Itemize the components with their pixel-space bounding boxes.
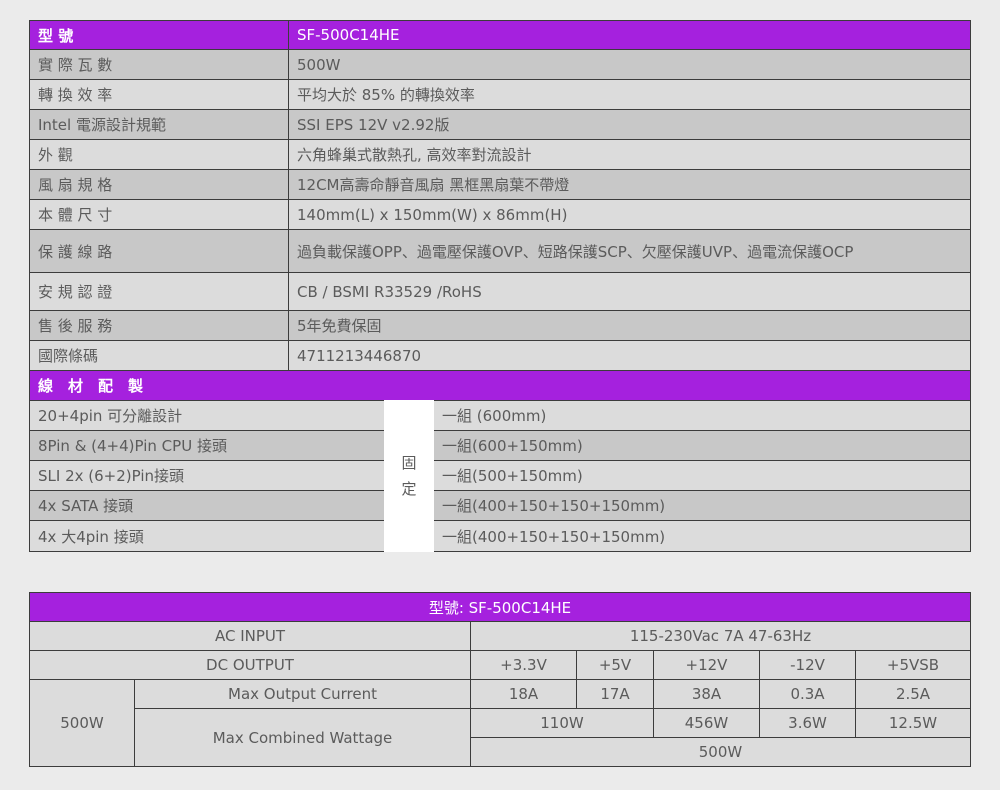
spec-row-value: 過負載保護OPP、過電壓保護OVP、短路保護SCP、欠壓保護UVP、過電流保護O… [288, 229, 971, 273]
cable-connector: SLI 2x (6+2)Pin接頭 [29, 460, 385, 491]
spec-row-label: Intel 電源設計規範 [29, 109, 289, 140]
spec-row-label: 安 規 認 證 [29, 272, 289, 311]
combined-5vsb-value: 12.5W [855, 708, 971, 738]
spec-header-label: 型 號 [29, 20, 289, 50]
spec-header-value: SF-500C14HE [288, 20, 971, 50]
combined-neg12v-value: 3.6W [759, 708, 856, 738]
ac-input-value: 115-230Vac 7A 47-63Hz [470, 621, 971, 651]
cable-spec: 一組(400+150+150+150mm) [433, 520, 971, 552]
spec-row-value: 12CM高壽命靜音風扇 黑框黑扇葉不帶燈 [288, 169, 971, 200]
combined-total-value: 500W [470, 737, 971, 767]
spec-row-label: 本 體 尺 寸 [29, 199, 289, 230]
cable-spec: 一組(400+150+150+150mm) [433, 490, 971, 521]
spec-row-value: SSI EPS 12V v2.92版 [288, 109, 971, 140]
rail-header: +5VSB [855, 650, 971, 680]
spec-row-label: 國際條碼 [29, 340, 289, 371]
max-current-value: 2.5A [855, 679, 971, 709]
ac-input-label: AC INPUT [29, 621, 471, 651]
max-current-value: 18A [470, 679, 577, 709]
combined-3v3-5v-value: 110W [470, 708, 654, 738]
total-wattage-label: 500W [29, 679, 135, 767]
spec-row-label: 實 際 瓦 數 [29, 49, 289, 80]
spec-row-value: 平均大於 85% 的轉換效率 [288, 79, 971, 110]
cable-connector: 4x 大4pin 接頭 [29, 520, 385, 552]
cable-spec: 一組(500+150mm) [433, 460, 971, 491]
cable-spec: 一組(600+150mm) [433, 430, 971, 461]
rail-header: +12V [653, 650, 760, 680]
fixed-label-char: 固 [401, 454, 417, 472]
max-combined-wattage-label: Max Combined Wattage [134, 708, 471, 767]
dc-output-label: DC OUTPUT [29, 650, 471, 680]
spec-row-value: 六角蜂巢式散熱孔, 高效率對流設計 [288, 139, 971, 170]
max-current-value: 17A [576, 679, 654, 709]
max-current-value: 38A [653, 679, 760, 709]
rail-header: +3.3V [470, 650, 577, 680]
power-table-title: 型號: SF-500C14HE [29, 592, 971, 622]
spec-row-value: 5年免費保固 [288, 310, 971, 341]
spec-row-label: 轉 換 效 率 [29, 79, 289, 110]
max-current-value: 0.3A [759, 679, 856, 709]
combined-12v-value: 456W [653, 708, 760, 738]
spec-row-label: 風 扇 規 格 [29, 169, 289, 200]
rail-header: +5V [576, 650, 654, 680]
spec-row-value: CB / BSMI R33529 /RoHS [288, 272, 971, 311]
cable-connector: 4x SATA 接頭 [29, 490, 385, 521]
cable-connector: 20+4pin 可分離設計 [29, 400, 385, 431]
spec-row-label: 外 觀 [29, 139, 289, 170]
spec-row-value: 140mm(L) x 150mm(W) x 86mm(H) [288, 199, 971, 230]
fixed-cable-cell: 固 定 [384, 400, 434, 552]
fixed-label-char: 定 [401, 480, 417, 498]
spec-row-value: 500W [288, 49, 971, 80]
spec-row-label: 售 後 服 務 [29, 310, 289, 341]
cable-spec: 一組 (600mm) [433, 400, 971, 431]
cable-connector: 8Pin & (4+4)Pin CPU 接頭 [29, 430, 385, 461]
spec-row-value: 4711213446870 [288, 340, 971, 371]
cable-section-title: 線 材 配 製 [29, 370, 971, 401]
spec-row-label: 保 護 線 路 [29, 229, 289, 273]
rail-header: -12V [759, 650, 856, 680]
max-output-current-label: Max Output Current [134, 679, 471, 709]
